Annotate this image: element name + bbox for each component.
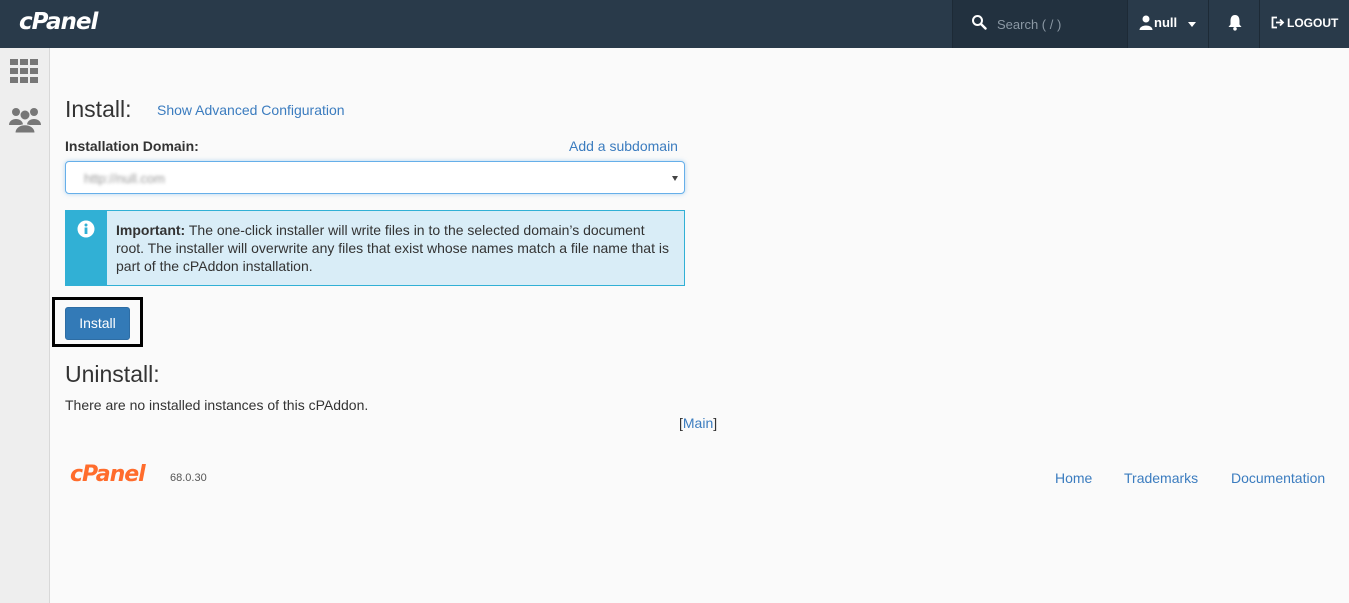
top-bar: cPanel null LOGOUT bbox=[0, 0, 1349, 48]
search-icon bbox=[972, 15, 987, 30]
footer-cpanel-logo: cPanel bbox=[70, 462, 146, 487]
uninstall-heading: Uninstall: bbox=[65, 361, 160, 387]
logout-button[interactable]: LOGOUT bbox=[1261, 0, 1349, 48]
logout-icon bbox=[1271, 16, 1285, 29]
alert-strong: Important: bbox=[116, 222, 186, 238]
important-alert: Important: The one-click installer will … bbox=[65, 210, 685, 286]
main-link[interactable]: Main bbox=[683, 415, 713, 431]
main-link-wrapper: [Main] bbox=[679, 415, 717, 431]
bracket-close: ] bbox=[713, 415, 718, 431]
add-subdomain-link[interactable]: Add a subdomain bbox=[569, 138, 678, 154]
username: null bbox=[1154, 15, 1178, 30]
cpanel-logo[interactable]: cPanel bbox=[19, 9, 98, 35]
footer-home-link[interactable]: Home bbox=[1055, 470, 1092, 486]
alert-message: The one-click installer will write files… bbox=[116, 222, 669, 274]
installation-domain-label: Installation Domain: bbox=[65, 138, 199, 154]
sidebar bbox=[0, 48, 50, 603]
user-menu[interactable]: null bbox=[1127, 0, 1208, 48]
notifications-button[interactable] bbox=[1208, 0, 1260, 48]
user-icon bbox=[1139, 15, 1153, 30]
dropdown-arrow-icon bbox=[672, 176, 678, 181]
search-box[interactable] bbox=[952, 0, 1127, 48]
version-text: 68.0.30 bbox=[170, 472, 207, 484]
search-input[interactable] bbox=[997, 14, 1117, 34]
info-icon bbox=[77, 220, 95, 238]
show-advanced-configuration-link[interactable]: Show Advanced Configuration bbox=[157, 102, 345, 118]
users-icon[interactable] bbox=[9, 105, 41, 133]
alert-icon-bar bbox=[66, 211, 107, 285]
bell-icon bbox=[1228, 15, 1242, 31]
no-instances-message: There are no installed instances of this… bbox=[65, 397, 369, 413]
footer-documentation-link[interactable]: Documentation bbox=[1231, 470, 1325, 486]
alert-text: Important: The one-click installer will … bbox=[116, 221, 671, 275]
installation-domain-value: http://null.com bbox=[84, 171, 165, 186]
chevron-down-icon bbox=[1188, 22, 1196, 27]
install-heading: Install: bbox=[65, 96, 132, 122]
footer-trademarks-link[interactable]: Trademarks bbox=[1124, 470, 1198, 486]
logout-label: LOGOUT bbox=[1287, 16, 1339, 30]
installation-domain-select[interactable]: http://null.com bbox=[65, 161, 685, 194]
install-button[interactable]: Install bbox=[65, 307, 130, 340]
grid-icon[interactable] bbox=[10, 59, 38, 83]
